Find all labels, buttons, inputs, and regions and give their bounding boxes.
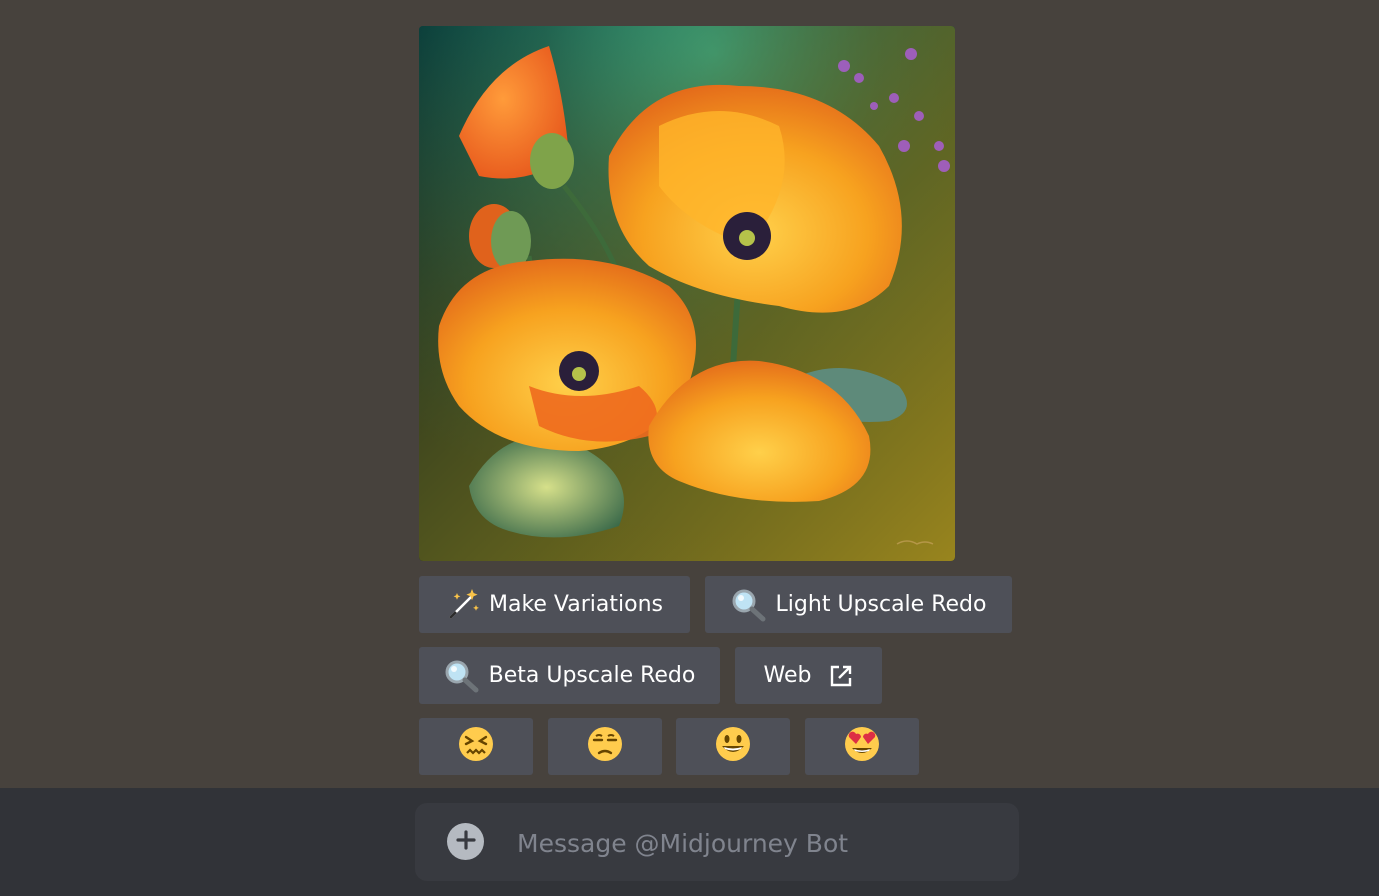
composer-bar: [0, 788, 1379, 896]
beta-upscale-redo-button[interactable]: Beta Upscale Redo: [419, 647, 720, 704]
heart-eyes-face-icon: [844, 726, 880, 768]
plus-icon: [455, 829, 476, 854]
unamused-face-icon: [587, 726, 623, 768]
external-link-icon: [829, 664, 853, 688]
grinning-face-icon: [715, 726, 751, 768]
web-label: Web: [763, 663, 812, 688]
add-attachment-button[interactable]: [447, 823, 484, 860]
web-link-button[interactable]: Web: [735, 647, 882, 704]
chat-area: Make Variations Light Upscale Redo Beta …: [0, 0, 1379, 788]
reaction-confounded-button[interactable]: [419, 718, 533, 775]
generated-image[interactable]: [419, 26, 955, 561]
light-upscale-redo-button[interactable]: Light Upscale Redo: [705, 576, 1012, 633]
reaction-unamused-button[interactable]: [548, 718, 662, 775]
light-upscale-redo-label: Light Upscale Redo: [775, 592, 987, 617]
magnifying-glass-icon: [731, 588, 767, 622]
reaction-grinning-button[interactable]: [676, 718, 790, 775]
magnifying-glass-icon: [444, 659, 480, 693]
confounded-face-icon: [458, 726, 494, 768]
reaction-heart-eyes-button[interactable]: [805, 718, 919, 775]
poppy-painting: [419, 26, 955, 561]
magic-wand-sparkle-icon: [446, 588, 480, 622]
make-variations-button[interactable]: Make Variations: [419, 576, 690, 633]
message-composer: [415, 803, 1019, 881]
beta-upscale-redo-label: Beta Upscale Redo: [488, 663, 696, 688]
make-variations-label: Make Variations: [488, 592, 663, 617]
message-input[interactable]: [515, 821, 999, 865]
